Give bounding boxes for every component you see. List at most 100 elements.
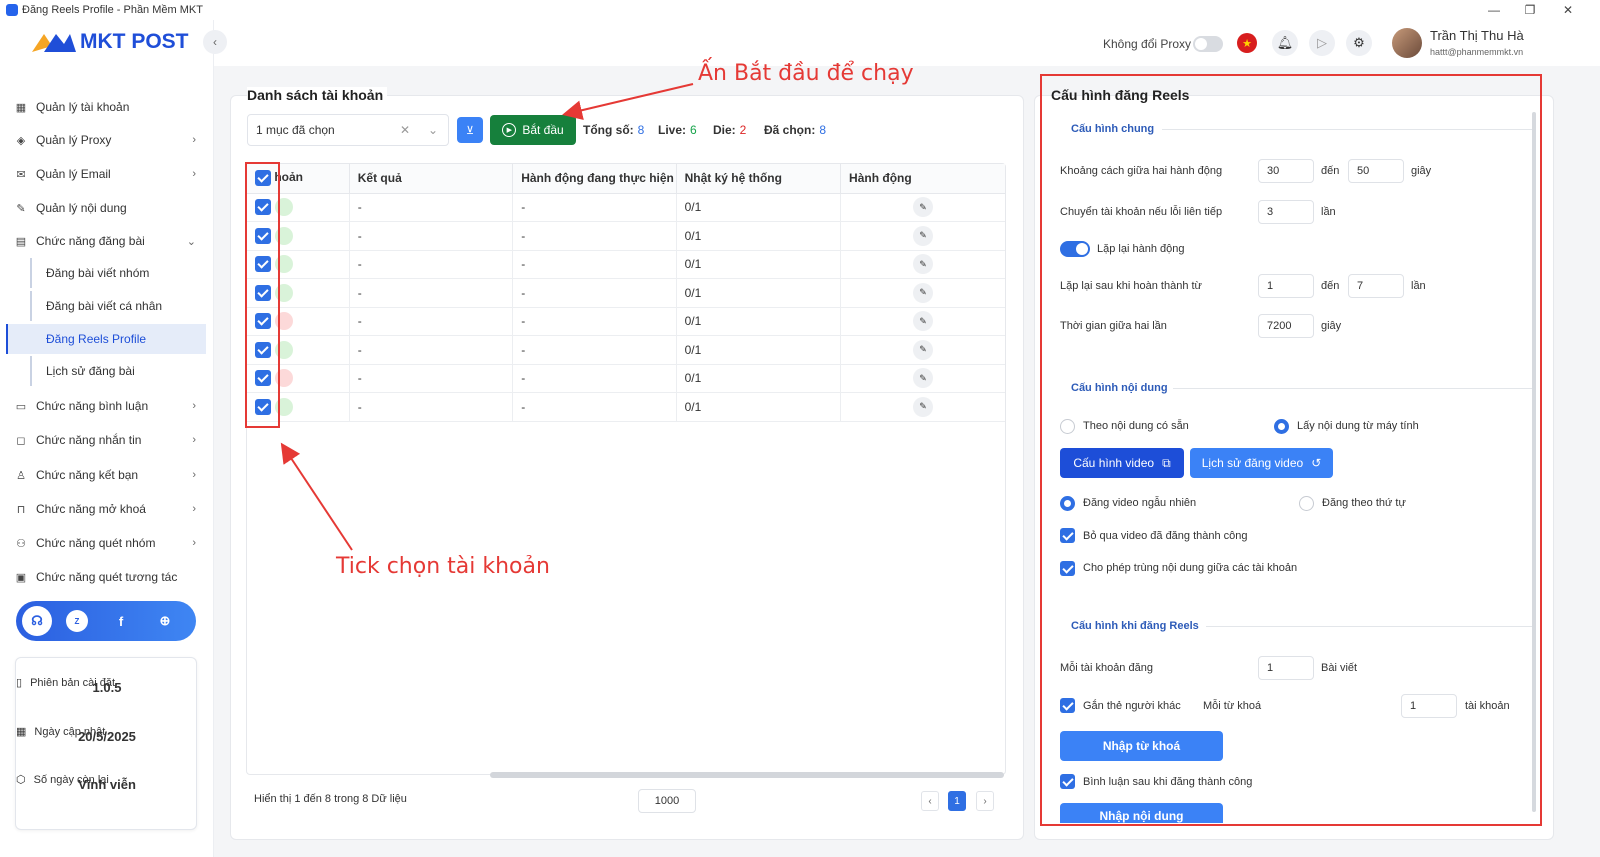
table-row[interactable]: - -0/1 ✎	[247, 364, 1005, 393]
sidebar-item-scan-group[interactable]: ⚇ Chức năng quét nhóm ›	[6, 529, 206, 557]
language-flag-icon[interactable]: ★	[1234, 30, 1260, 56]
sidebar-item-comment[interactable]: ▭ Chức năng bình luận ›	[6, 392, 206, 420]
annotation-tick: Tick chọn tài khoản	[336, 554, 550, 579]
support-headset-icon[interactable]: ☊	[22, 606, 52, 636]
box-icon: ⬡	[16, 774, 26, 786]
table-row[interactable]: - -0/1 ✎	[247, 392, 1005, 422]
sidebar-item-friend[interactable]: ♙ Chức năng kết bạn ›	[6, 461, 206, 489]
allow-duplicate-checkbox[interactable]	[1060, 561, 1075, 576]
radio-random-video[interactable]	[1060, 496, 1075, 511]
sidebar-item-content[interactable]: ✎ Quản lý nội dung	[6, 194, 206, 222]
col-action[interactable]: Hành động	[840, 164, 1005, 194]
page-1-button[interactable]: 1	[948, 791, 966, 811]
bell-icon[interactable]: 🔔︎	[1272, 30, 1298, 56]
sidebar-item-proxy[interactable]: ◈ Quản lý Proxy ›	[6, 126, 206, 154]
config-title: Cấu hình đăng Reels	[1051, 87, 1190, 103]
sidebar-item-posting[interactable]: ▤ Chức năng đăng bài ⌄	[6, 227, 206, 255]
keyword-input[interactable]: 1	[1401, 694, 1457, 718]
import-keyword-button[interactable]: Nhập từ khoá	[1060, 731, 1223, 761]
sidebar-subitem-personal-post[interactable]: Đăng bài viết cá nhân	[30, 291, 206, 321]
sidebar-item-label: Đăng Reels Profile	[46, 332, 147, 346]
sidebar-item-unlock[interactable]: ⊓ Chức năng mở khoá ›	[6, 495, 206, 523]
col-system-log[interactable]: Nhật ký hệ thống	[676, 164, 842, 194]
chevron-down-icon: ⌄	[427, 123, 438, 137]
radio-order-video[interactable]	[1299, 496, 1314, 511]
table-row[interactable]: - -0/1 ✎	[247, 193, 1005, 222]
row-action-edit-icon[interactable]: ✎	[913, 254, 934, 275]
play-circle-icon: ▶	[502, 123, 517, 137]
radio-computer-content[interactable]	[1274, 419, 1289, 434]
table-row[interactable]: - -0/1 ✎	[247, 221, 1005, 251]
globe-icon[interactable]: ⊕	[150, 606, 180, 636]
chevron-right-icon: ›	[192, 434, 196, 446]
sidebar-item-email[interactable]: ✉ Quản lý Email ›	[6, 160, 206, 188]
clear-icon[interactable]: ✕	[400, 123, 410, 137]
brand-logo[interactable]: MKT POST	[30, 30, 189, 54]
row-action-edit-icon[interactable]: ✎	[913, 339, 934, 360]
horizontal-scrollbar[interactable]	[490, 772, 1004, 778]
seconds-label: giây	[1321, 320, 1342, 332]
row-action-edit-icon[interactable]: ✎	[913, 311, 934, 332]
table-row[interactable]: - -0/1 ✎	[247, 335, 1005, 365]
sidebar-subitem-post-history[interactable]: Lịch sử đăng bài	[30, 356, 206, 386]
repeat-from-input[interactable]: 1	[1258, 274, 1314, 298]
gear-icon[interactable]: ⚙	[1346, 30, 1372, 56]
table-row[interactable]: - -0/1 ✎	[247, 250, 1005, 279]
sidebar-item-label: Quản lý tài khoản	[36, 100, 130, 114]
current-action-cell: -	[512, 221, 677, 251]
sidebar-item-message[interactable]: ◻ Chức năng nhắn tin ›	[6, 426, 206, 454]
repeat-toggle[interactable]	[1060, 241, 1090, 257]
sidebar-item-scan-interaction[interactable]: ▣ Chức năng quét tương tác	[6, 563, 206, 591]
sidebar-item-label: Chức năng đăng bài	[36, 234, 145, 248]
table-row[interactable]: - -0/1 ✎	[247, 307, 1005, 336]
allow-duplicate-label: Cho phép trùng nội dung giữa các tài kho…	[1083, 562, 1298, 574]
action-cell: ✎	[840, 335, 1005, 365]
per-account-input[interactable]: 1	[1258, 656, 1314, 680]
gap-input[interactable]: 7200	[1258, 314, 1314, 338]
next-page-button[interactable]: ›	[976, 791, 994, 811]
start-button[interactable]: ▶ Bắt đầu	[490, 115, 576, 145]
close-window-button[interactable]: ✕	[1548, 0, 1588, 20]
config-scrollbar[interactable]	[1532, 112, 1536, 812]
row-action-edit-icon[interactable]: ✎	[913, 197, 934, 218]
action-cell: ✎	[840, 364, 1005, 393]
video-history-button[interactable]: Lịch sử đăng video ↺	[1190, 448, 1333, 478]
play-icon[interactable]: ▷	[1309, 30, 1335, 56]
zalo-icon[interactable]: Z	[66, 610, 88, 632]
row-action-edit-icon[interactable]: ✎	[913, 225, 934, 246]
section-reels-title: Cấu hình khi đăng Reels	[1071, 620, 1199, 632]
radio-available-content[interactable]	[1060, 419, 1075, 434]
interval-to-input[interactable]: 50	[1348, 159, 1404, 183]
account-select[interactable]: 1 mục đã chọn ✕ ⌄	[247, 114, 449, 146]
tag-others-checkbox[interactable]	[1060, 698, 1075, 713]
col-current-action[interactable]: Hành động đang thực hiện	[512, 164, 677, 194]
row-action-edit-icon[interactable]: ✎	[913, 282, 934, 303]
section-content-title: Cấu hình nội dung	[1071, 382, 1168, 394]
minimize-button[interactable]: —	[1474, 0, 1514, 20]
switch-account-input[interactable]: 3	[1258, 200, 1314, 224]
collapse-sidebar-button[interactable]: ‹	[203, 30, 227, 54]
avatar[interactable]	[1392, 28, 1422, 58]
sidebar-subitem-group-post[interactable]: Đăng bài viết nhóm	[30, 258, 206, 288]
sidebar-subitem-reels-profile[interactable]: Đăng Reels Profile	[6, 324, 206, 354]
proxy-toggle[interactable]	[1193, 36, 1223, 52]
row-action-edit-icon[interactable]: ✎	[913, 396, 934, 417]
support-bar: ☊ Z f ⊕	[16, 601, 196, 641]
facebook-icon[interactable]: f	[106, 606, 136, 636]
log-cell: 0/1	[676, 193, 842, 222]
table-row[interactable]: - -0/1 ✎	[247, 278, 1005, 308]
page-size-select[interactable]: 1000	[638, 789, 696, 813]
prev-page-button[interactable]: ‹	[921, 791, 939, 811]
video-config-button[interactable]: Cấu hình video ⧉	[1060, 448, 1184, 478]
times-label: lần	[1411, 280, 1426, 292]
repeat-to-input[interactable]: 7	[1348, 274, 1404, 298]
skip-success-checkbox[interactable]	[1060, 528, 1075, 543]
restore-button[interactable]: ❐	[1510, 0, 1550, 20]
import-content-button[interactable]: Nhập nội dung	[1060, 803, 1223, 823]
interval-from-input[interactable]: 30	[1258, 159, 1314, 183]
col-result[interactable]: Kết quả	[349, 164, 514, 194]
clear-filter-button[interactable]: ⊻	[457, 117, 483, 143]
row-action-edit-icon[interactable]: ✎	[913, 368, 934, 389]
comment-after-checkbox[interactable]	[1060, 774, 1075, 789]
sidebar-item-accounts[interactable]: ▦ Quản lý tài khoản	[6, 93, 206, 121]
